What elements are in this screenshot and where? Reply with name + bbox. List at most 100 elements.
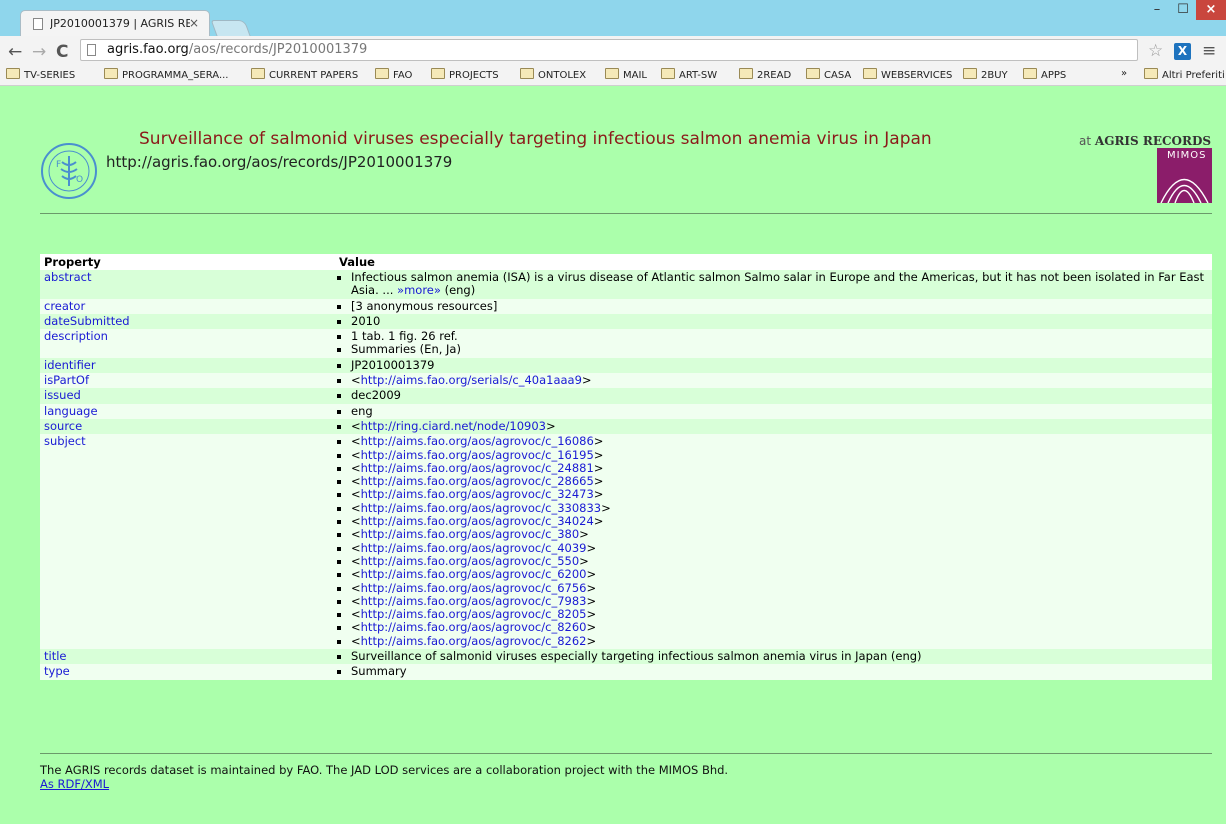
language-tag: (eng): [444, 283, 476, 298]
subject-link[interactable]: http://aims.fao.org/aos/agrovoc/c_330833: [361, 501, 601, 515]
property-link-issued[interactable]: issued: [44, 388, 81, 402]
value-item: <http://aims.fao.org/aos/agrovoc/c_8260>: [351, 620, 1208, 635]
value-item: <http://aims.fao.org/aos/agrovoc/c_16086…: [351, 434, 1208, 448]
bookmark-folder[interactable]: CURRENT PAPERS: [251, 68, 358, 81]
bookmark-folder[interactable]: CASA: [806, 68, 851, 81]
column-header-property: Property: [40, 254, 335, 270]
value-item: <http://ring.ciard.net/node/10903>: [351, 419, 1208, 433]
subject-link[interactable]: http://aims.fao.org/aos/agrovoc/c_8262: [361, 634, 587, 648]
value-item: <http://aims.fao.org/aos/agrovoc/c_6200>: [351, 567, 1208, 581]
bookmark-label: PROGRAMMA_SERA...: [122, 70, 229, 81]
bookmark-folder[interactable]: PROJECTS: [431, 68, 499, 81]
subject-link[interactable]: http://aims.fao.org/aos/agrovoc/c_32473: [361, 487, 594, 501]
property-link-datesubmitted[interactable]: dateSubmitted: [44, 314, 130, 328]
tab-close-icon[interactable]: ×: [189, 16, 199, 30]
forward-arrow-icon[interactable]: →: [32, 42, 46, 62]
bookmark-folder[interactable]: WEBSERVICES: [863, 68, 952, 81]
subject-link[interactable]: http://aims.fao.org/aos/agrovoc/c_34024: [361, 514, 594, 528]
other-bookmarks-folder[interactable]: Altri Preferiti: [1144, 68, 1225, 81]
property-link-description[interactable]: description: [44, 329, 108, 343]
folder-icon: [963, 68, 977, 79]
bookmark-label: APPS: [1041, 70, 1067, 81]
bookmark-folder[interactable]: ART-SW: [661, 68, 717, 81]
property-link-subject[interactable]: subject: [44, 434, 86, 448]
subject-link[interactable]: http://aims.fao.org/aos/agrovoc/c_7983: [361, 594, 587, 608]
reload-icon[interactable]: C: [56, 42, 68, 62]
close-window-button[interactable]: ×: [1196, 0, 1226, 20]
folder-icon: [605, 68, 619, 79]
record-uri: http://agris.fao.org/aos/records/JP20100…: [106, 153, 453, 171]
page-icon: [87, 44, 96, 56]
value-item: 1 tab. 1 fig. 26 ref.: [351, 329, 1208, 343]
properties-table: Property Value abstract Infectious salmo…: [40, 254, 1212, 680]
extension-icon[interactable]: X: [1174, 43, 1191, 60]
bookmark-star-icon[interactable]: ☆: [1148, 41, 1163, 61]
table-row: description 1 tab. 1 fig. 26 ref. Summar…: [40, 329, 1212, 358]
bookmark-folder[interactable]: MAIL: [605, 68, 647, 81]
subject-link[interactable]: http://aims.fao.org/aos/agrovoc/c_24881: [361, 461, 594, 475]
subject-link[interactable]: http://aims.fao.org/aos/agrovoc/c_380: [361, 527, 580, 541]
maximize-button[interactable]: ☐: [1170, 0, 1196, 20]
value-item: Surveillance of salmonid viruses especia…: [351, 649, 1208, 663]
ispartof-link[interactable]: http://aims.fao.org/serials/c_40a1aaa9: [361, 373, 582, 387]
browser-menu-icon[interactable]: ≡: [1202, 41, 1216, 61]
address-bar[interactable]: agris.fao.org/aos/records/JP2010001379: [80, 39, 1138, 61]
table-row: issued dec2009: [40, 388, 1212, 404]
subject-link[interactable]: http://aims.fao.org/aos/agrovoc/c_28665: [361, 474, 594, 488]
bookmark-label: CURRENT PAPERS: [269, 70, 359, 81]
bookmark-folder[interactable]: ONTOLEX: [520, 68, 586, 81]
property-link-language[interactable]: language: [44, 404, 98, 418]
bookmark-label: ONTOLEX: [538, 70, 587, 81]
property-link-title[interactable]: title: [44, 649, 66, 663]
property-link-ispartof[interactable]: isPartOf: [44, 373, 89, 387]
footer-text: The AGRIS records dataset is maintained …: [40, 763, 729, 777]
subject-link[interactable]: http://aims.fao.org/aos/agrovoc/c_6200: [361, 567, 587, 581]
table-row: title Surveillance of salmonid viruses e…: [40, 649, 1212, 665]
bookmark-label: 2BUY: [981, 70, 1008, 81]
bookmark-folder[interactable]: APPS: [1023, 68, 1066, 81]
bookmark-label: 2READ: [757, 70, 792, 81]
bookmark-folder[interactable]: FAO: [375, 68, 412, 81]
subject-link[interactable]: http://aims.fao.org/aos/agrovoc/c_16086: [361, 434, 594, 448]
property-link-source[interactable]: source: [44, 419, 82, 433]
back-arrow-icon[interactable]: ←: [8, 42, 22, 62]
property-link-abstract[interactable]: abstract: [44, 270, 91, 284]
table-row: type Summary: [40, 664, 1212, 680]
bookmark-label: PROJECTS: [449, 70, 499, 81]
property-link-creator[interactable]: creator: [44, 299, 85, 313]
subject-link[interactable]: http://aims.fao.org/aos/agrovoc/c_16195: [361, 448, 594, 462]
value-item: <http://aims.fao.org/aos/agrovoc/c_24881…: [351, 461, 1208, 475]
value-item: <http://aims.fao.org/aos/agrovoc/c_550>: [351, 554, 1208, 568]
source-link[interactable]: http://ring.ciard.net/node/10903: [361, 419, 546, 433]
bookmark-folder[interactable]: 2BUY: [963, 68, 1008, 81]
subject-link[interactable]: http://aims.fao.org/aos/agrovoc/c_8205: [361, 607, 587, 621]
property-link-type[interactable]: type: [44, 664, 70, 678]
value-item: <http://aims.fao.org/serials/c_40a1aaa9>: [351, 373, 1208, 387]
subject-link[interactable]: http://aims.fao.org/aos/agrovoc/c_4039: [361, 541, 587, 555]
column-header-value: Value: [335, 254, 1212, 270]
subject-link[interactable]: http://aims.fao.org/aos/agrovoc/c_550: [361, 554, 580, 568]
bookmark-label: FAO: [393, 70, 413, 81]
folder-icon: [806, 68, 820, 79]
value-item: <http://aims.fao.org/aos/agrovoc/c_6756>: [351, 581, 1208, 595]
folder-icon: [863, 68, 877, 79]
bookmarks-overflow-button[interactable]: »: [1121, 68, 1127, 79]
more-link[interactable]: »more»: [397, 283, 441, 297]
bookmarks-bar: TV-SERIES PROGRAMMA_SERA... CURRENT PAPE…: [0, 63, 1226, 85]
mimos-logo[interactable]: MIMOS: [1157, 148, 1212, 203]
table-row: subject <http://aims.fao.org/aos/agrovoc…: [40, 434, 1212, 650]
bookmark-folder[interactable]: 2READ: [739, 68, 791, 81]
browser-tab[interactable]: JP2010001379 | AGRIS REC ×: [20, 10, 210, 36]
value-item: Summaries (En, Ja): [351, 343, 1208, 357]
minimize-button[interactable]: –: [1144, 0, 1170, 20]
property-link-identifier[interactable]: identifier: [44, 358, 96, 372]
rdf-xml-link[interactable]: As RDF/XML: [40, 777, 109, 791]
bookmark-folder[interactable]: PROGRAMMA_SERA...: [104, 68, 229, 81]
bookmark-label: Altri Preferiti: [1162, 70, 1225, 81]
subject-link[interactable]: http://aims.fao.org/aos/agrovoc/c_6756: [361, 581, 587, 595]
value-item: eng: [351, 404, 1208, 418]
subject-link[interactable]: http://aims.fao.org/aos/agrovoc/c_8260: [361, 620, 587, 634]
dataset-name[interactable]: AGRIS RECORDS: [1095, 134, 1211, 148]
bookmark-folder[interactable]: TV-SERIES: [6, 68, 75, 81]
folder-icon: [375, 68, 389, 79]
